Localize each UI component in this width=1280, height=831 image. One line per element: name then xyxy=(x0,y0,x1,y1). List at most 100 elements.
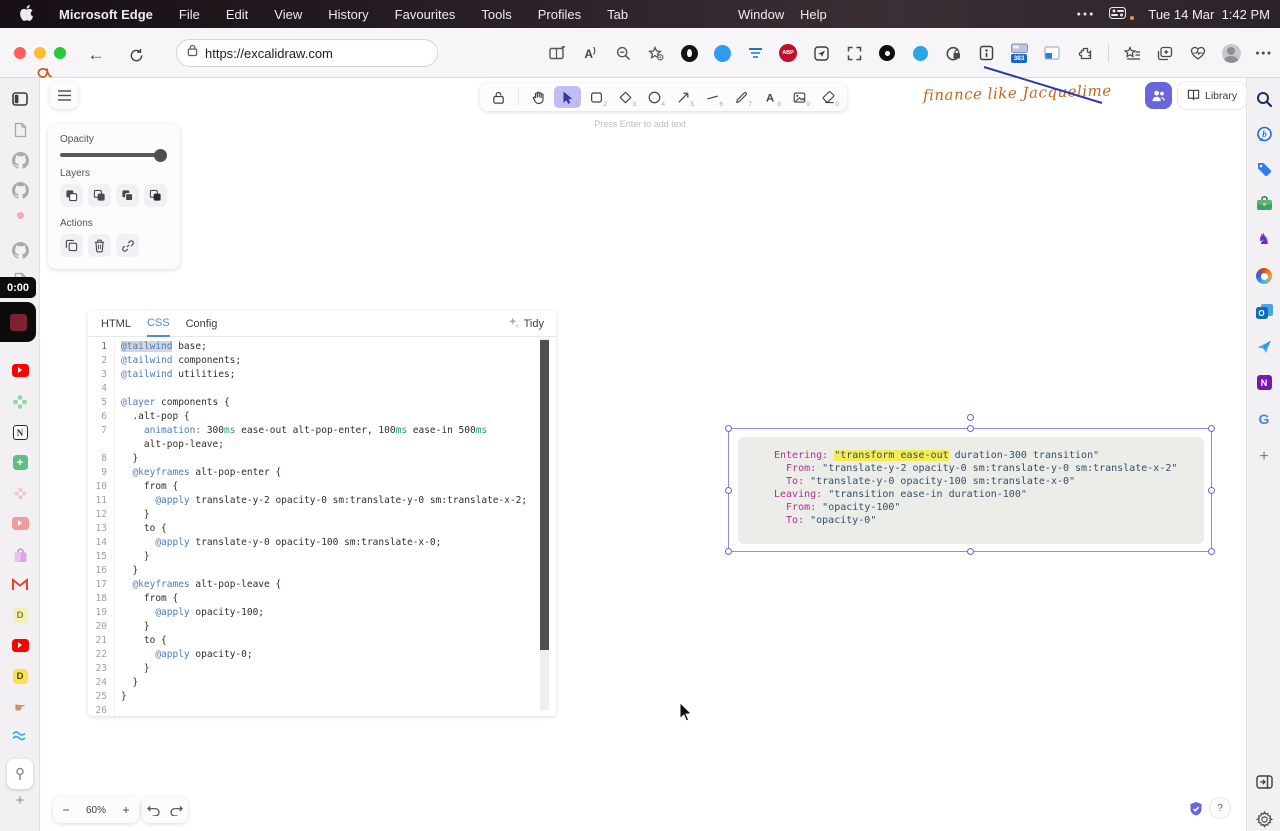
favorites-star-icon[interactable] xyxy=(646,41,666,65)
rectangle-tool[interactable]: 2 xyxy=(583,86,610,108)
address-bar[interactable]: https://excalidraw.com xyxy=(176,39,438,67)
black-dot-extension-icon[interactable] xyxy=(877,41,897,65)
fullscreen-extension-icon[interactable] xyxy=(844,41,864,65)
zoom-out-button[interactable]: − xyxy=(53,797,79,823)
editor-tab-css[interactable]: CSS xyxy=(146,311,170,337)
library-button[interactable]: Library xyxy=(1178,82,1247,109)
selected-element[interactable]: Entering: "transform ease-out duration-3… xyxy=(725,414,1215,555)
editor-tab-html[interactable]: HTML xyxy=(101,311,131,337)
menubar-item-edit[interactable]: Edit xyxy=(226,7,248,22)
apple-menu-icon[interactable] xyxy=(20,4,33,24)
d-bright-favicon[interactable]: D xyxy=(0,669,40,684)
text-tool[interactable]: A8 xyxy=(757,86,784,108)
delete-button[interactable] xyxy=(88,234,111,257)
sidebar-search-icon[interactable] xyxy=(1247,91,1280,108)
pink-dot-favicon[interactable] xyxy=(0,212,40,219)
help-button[interactable]: ? xyxy=(1210,798,1230,818)
undo-button[interactable] xyxy=(142,797,165,823)
waves-favicon[interactable] xyxy=(0,730,40,742)
duplicate-button[interactable] xyxy=(60,234,83,257)
pin-button-favicon[interactable] xyxy=(0,759,40,789)
flower-faded-favicon[interactable] xyxy=(0,486,40,501)
opacity-slider-thumb[interactable] xyxy=(154,148,167,162)
close-window-button[interactable] xyxy=(14,47,26,59)
menubar-clock[interactable]: Tue 14 Mar 1:42 PM xyxy=(1148,7,1270,22)
panel-toggle-icon[interactable] xyxy=(1247,775,1280,789)
collections-icon[interactable] xyxy=(1155,41,1175,65)
minimize-window-button[interactable] xyxy=(34,47,46,59)
sidebar-outlook-icon[interactable]: O xyxy=(1247,304,1280,319)
send-backward-button[interactable] xyxy=(88,184,111,207)
back-button[interactable]: ← xyxy=(86,43,106,67)
add-favicon[interactable]: + xyxy=(0,792,40,809)
sidebar-add-app-icon[interactable]: + xyxy=(1247,448,1280,466)
dark-circle-extension-icon[interactable] xyxy=(679,41,699,65)
stop-recording-button[interactable] xyxy=(0,302,36,342)
zoom-out-icon[interactable] xyxy=(613,41,633,65)
resize-handle-s[interactable] xyxy=(967,548,974,555)
filter-extension-icon[interactable] xyxy=(745,41,765,65)
read-aloud-icon[interactable]: A) xyxy=(580,41,600,65)
tidy-button[interactable]: Tidy xyxy=(508,311,544,337)
sidebar-onenote-icon[interactable]: N xyxy=(1247,375,1280,390)
d-pale-favicon[interactable]: D xyxy=(0,608,40,623)
eraser-tool[interactable]: 0 xyxy=(815,86,842,108)
vertical-tabs-favicon[interactable] xyxy=(0,92,40,106)
privacy-lock-extension-icon[interactable] xyxy=(943,41,963,65)
flower-favicon[interactable] xyxy=(0,394,40,410)
menubar-item-tab[interactable]: Tab xyxy=(607,7,628,22)
resize-handle-ne[interactable] xyxy=(1208,425,1215,432)
resize-handle-n[interactable] xyxy=(967,425,974,432)
favorites-list-icon[interactable] xyxy=(1122,41,1142,65)
ellipse-tool[interactable]: 4 xyxy=(641,86,668,108)
sidebar-drop-icon[interactable] xyxy=(1247,339,1280,355)
menubar-item-view[interactable]: View xyxy=(274,7,302,22)
zoom-window-button[interactable] xyxy=(54,47,66,59)
github-favicon[interactable] xyxy=(0,152,40,169)
menubar-item-help[interactable]: Help xyxy=(800,7,827,22)
notion-favicon[interactable]: N xyxy=(0,425,40,440)
resize-handle-se[interactable] xyxy=(1208,548,1215,555)
menubar-item-profiles[interactable]: Profiles xyxy=(538,7,581,22)
resize-handle-sw[interactable] xyxy=(725,548,732,555)
split-window-extension-icon[interactable] xyxy=(1042,41,1062,65)
collaborate-button[interactable] xyxy=(1145,82,1172,109)
sidebar-google-icon[interactable]: G xyxy=(1247,411,1280,427)
menubar-app-name[interactable]: Microsoft Edge xyxy=(59,7,153,22)
sidebar-microsoft-365-icon[interactable] xyxy=(1247,268,1280,284)
reload-button[interactable] xyxy=(126,43,146,67)
zoom-in-button[interactable]: + xyxy=(113,797,139,823)
editor-tab-config[interactable]: Config xyxy=(186,311,218,337)
menubar-item-favourites[interactable]: Favourites xyxy=(395,7,456,22)
split-screen-icon[interactable] xyxy=(547,41,567,65)
code-area[interactable]: 1 @tailwind base; 2 @tailwind components; 3 @… xyxy=(88,337,556,716)
code-editor[interactable]: HTML CSS Config Tidy 1 @tailwind base; 2 @tai… xyxy=(88,311,556,716)
excalidraw-canvas[interactable]: Opacity Layers Actions 1234567A890 Press… xyxy=(40,78,1247,831)
browser-essentials-icon[interactable] xyxy=(1188,41,1208,65)
page-favicon[interactable] xyxy=(0,122,40,138)
bring-forward-button[interactable] xyxy=(116,184,139,207)
arrow-tool[interactable]: 5 xyxy=(670,86,697,108)
resize-handle-nw[interactable] xyxy=(725,425,732,432)
gmail-favicon[interactable] xyxy=(0,578,40,591)
site-lock-icon[interactable] xyxy=(187,44,198,62)
transition-classes-embed[interactable]: Entering: "transform ease-out duration-3… xyxy=(738,437,1204,544)
blue-circle-extension-icon[interactable] xyxy=(712,41,732,65)
send-to-back-button[interactable] xyxy=(60,184,83,207)
image-tool[interactable]: 9 xyxy=(786,86,813,108)
rotate-handle[interactable] xyxy=(967,414,974,421)
sidebar-games-icon[interactable]: ♞ xyxy=(1247,232,1280,247)
resize-handle-e[interactable] xyxy=(1208,487,1215,494)
sidebar-shopping-tag-icon[interactable] xyxy=(1247,161,1280,177)
menubar-item-window[interactable]: Window xyxy=(738,7,784,22)
main-menu-button[interactable] xyxy=(50,81,78,109)
sidebar-toolbox-icon[interactable] xyxy=(1247,196,1280,211)
sidebar-bing-chat-icon[interactable]: b xyxy=(1247,126,1280,143)
github-favicon[interactable] xyxy=(0,182,40,199)
lock-tool[interactable] xyxy=(485,86,512,108)
github-favicon[interactable] xyxy=(0,242,40,259)
selection-tool[interactable]: 1 xyxy=(554,86,581,108)
menubar-item-tools[interactable]: Tools xyxy=(481,7,511,22)
youtube-pale-favicon[interactable] xyxy=(0,517,40,530)
opacity-slider[interactable] xyxy=(60,148,167,162)
